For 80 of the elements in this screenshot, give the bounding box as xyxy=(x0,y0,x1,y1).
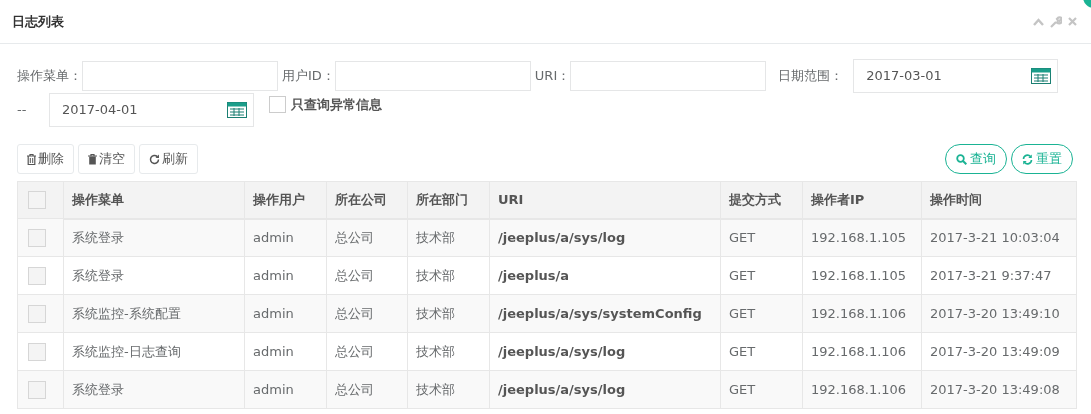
checkbox[interactable] xyxy=(28,304,46,323)
table-cell: 192.168.1.106 xyxy=(802,370,922,409)
table-cell: admin xyxy=(244,294,327,333)
table-cell: admin xyxy=(244,370,327,409)
column-header: 操作者IP xyxy=(802,181,922,219)
toolbar-button[interactable]: 清空 xyxy=(78,144,135,174)
table-cell: /jeeplus/a/sys/log xyxy=(489,370,721,409)
table-cell: /jeeplus/a xyxy=(489,256,721,295)
table-cell: GET xyxy=(720,218,803,257)
table-cell: 192.168.1.105 xyxy=(802,256,922,295)
table-cell: 总公司 xyxy=(326,294,408,333)
table-cell: 技术部 xyxy=(407,370,490,409)
table-cell: 2017-3-20 13:49:08 xyxy=(921,370,1077,409)
refresh-icon xyxy=(1022,153,1033,165)
column-header: 所在部门 xyxy=(407,181,490,219)
table-cell: admin xyxy=(244,256,327,295)
checkbox[interactable] xyxy=(28,380,46,399)
table-cell: GET xyxy=(720,256,803,295)
table-cell: admin xyxy=(244,218,327,257)
table-cell: 总公司 xyxy=(326,218,408,257)
table-cell: GET xyxy=(720,332,803,371)
table-cell: /jeeplus/a/sys/systemConfig xyxy=(489,294,721,333)
checkbox[interactable] xyxy=(28,191,46,209)
table-cell: 192.168.1.105 xyxy=(802,218,922,257)
toolbar-button[interactable]: 删除 xyxy=(17,144,74,174)
collapse-icon[interactable] xyxy=(1033,17,1044,26)
table-cell: 技术部 xyxy=(407,218,490,257)
column-header: 操作菜单 xyxy=(63,181,245,219)
table-cell: GET xyxy=(720,294,803,333)
table-cell: 系统监控-系统配置 xyxy=(63,294,245,333)
checkbox[interactable] xyxy=(28,266,46,285)
input-field[interactable] xyxy=(82,61,278,91)
table-cell: 2017-3-20 13:49:09 xyxy=(921,332,1077,371)
checkbox-label: 只查询异常信息 xyxy=(291,96,382,114)
trash-icon xyxy=(88,153,97,165)
field-label: URI： xyxy=(534,67,571,86)
checkbox[interactable] xyxy=(28,342,46,361)
refresh-icon xyxy=(149,153,160,165)
field-label: 日期范围： xyxy=(778,67,844,86)
search-icon xyxy=(956,153,967,165)
table-cell: 2017-3-21 10:03:04 xyxy=(921,218,1077,257)
checkbox[interactable] xyxy=(269,96,286,114)
table-cell: GET xyxy=(720,370,803,409)
wrench-icon[interactable] xyxy=(1050,15,1062,28)
table-cell: 系统登录 xyxy=(63,218,245,257)
table-cell: 技术部 xyxy=(407,332,490,371)
checkbox[interactable] xyxy=(28,228,46,247)
table-cell: 技术部 xyxy=(407,256,490,295)
date-field[interactable]: 2017-03-01 xyxy=(853,59,1059,93)
table-cell: /jeeplus/a/sys/log xyxy=(489,218,721,257)
table-cell: 2017-3-21 9:37:47 xyxy=(921,256,1077,295)
range-separator: -- xyxy=(17,101,28,120)
panel-title: 日志列表 xyxy=(12,12,64,31)
close-icon[interactable] xyxy=(1068,17,1077,26)
table-cell: 系统监控-日志查询 xyxy=(63,332,245,371)
column-header: URI xyxy=(489,181,721,219)
table-cell: /jeeplus/a/sys/log xyxy=(489,332,721,371)
column-header: 操作时间 xyxy=(921,181,1077,219)
table-cell: 总公司 xyxy=(326,256,408,295)
table-cell: 192.168.1.106 xyxy=(802,332,922,371)
toolbar-button[interactable]: 刷新 xyxy=(139,144,198,174)
table-cell: 总公司 xyxy=(326,332,408,371)
date-field[interactable]: 2017-04-01 xyxy=(49,93,254,127)
calendar-icon[interactable] xyxy=(1031,68,1052,84)
calendar-icon[interactable] xyxy=(227,102,247,118)
table-cell: 2017-3-20 13:49:10 xyxy=(921,294,1077,333)
input-field[interactable] xyxy=(570,61,767,91)
table-cell: admin xyxy=(244,332,327,371)
table-cell: 总公司 xyxy=(326,370,408,409)
field-label: 操作菜单： xyxy=(17,67,82,86)
table-cell: 192.168.1.106 xyxy=(802,294,922,333)
table-cell: 系统登录 xyxy=(63,370,245,409)
table-cell: 技术部 xyxy=(407,294,490,333)
column-header: 提交方式 xyxy=(720,181,803,219)
trash-icon xyxy=(27,153,36,165)
column-header: 所在公司 xyxy=(326,181,408,219)
input-field[interactable] xyxy=(334,61,531,91)
column-header: 操作用户 xyxy=(244,181,327,219)
table-cell: 系统登录 xyxy=(63,256,245,295)
field-label: 用户ID： xyxy=(282,67,335,86)
